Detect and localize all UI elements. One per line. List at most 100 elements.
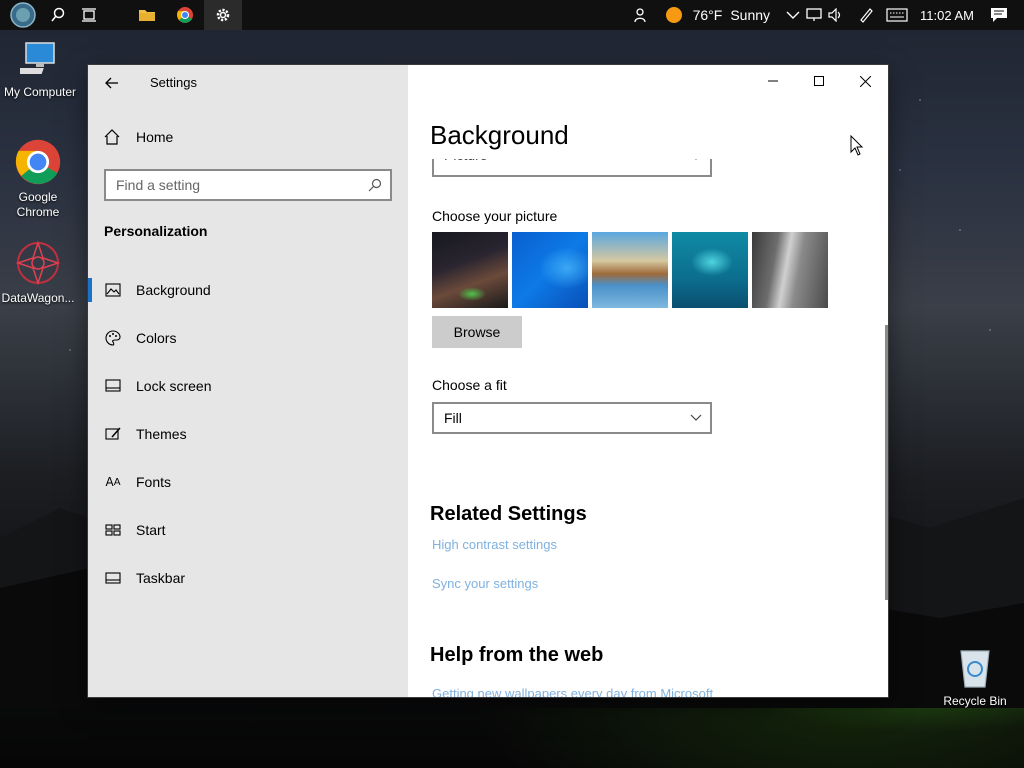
sidebar-item-taskbar[interactable]: Taskbar <box>88 554 408 602</box>
new-wallpapers-link[interactable]: Getting new wallpapers every day from Mi… <box>432 686 713 697</box>
desktop-icon-recycle-bin[interactable]: Recycle Bin <box>935 645 1015 709</box>
picture-thumbnail-night-sky[interactable] <box>432 232 508 308</box>
gear-icon <box>216 8 230 22</box>
start-button[interactable] <box>0 0 46 30</box>
mouse-cursor-icon <box>850 135 864 156</box>
browse-button[interactable]: Browse <box>432 316 522 348</box>
close-icon <box>859 75 871 87</box>
chevron-down-icon <box>690 159 702 161</box>
sidebar-item-background[interactable]: Background <box>88 266 408 314</box>
choose-fit-dropdown[interactable]: Fill <box>432 402 712 434</box>
weather-temperature[interactable]: 76°F <box>693 7 723 23</box>
desktop-icon-label: Google Chrome <box>16 190 60 219</box>
desktop-icon-label: Recycle Bin <box>943 694 1007 708</box>
chrome-icon <box>177 7 193 23</box>
settings-window: Settings Home Personalization Background… <box>88 65 888 697</box>
settings-taskbar-button[interactable] <box>204 0 242 30</box>
system-tray: 76°F Sunny 11:02 AM <box>621 0 1024 30</box>
weather-condition[interactable]: Sunny <box>730 7 770 23</box>
sidebar-item-lock-screen[interactable]: Lock screen <box>88 362 408 410</box>
dropdown-value: Fill <box>444 410 462 426</box>
action-center-icon[interactable] <box>990 7 1008 23</box>
volume-icon[interactable] <box>828 8 844 22</box>
picture-thumbnail-waterfall[interactable] <box>752 232 828 308</box>
sidebar-item-label: Themes <box>136 426 187 442</box>
picture-thumbnail-beach-rocks[interactable] <box>592 232 668 308</box>
sidebar-item-label: Lock screen <box>136 378 212 394</box>
sidebar-item-themes[interactable]: Themes <box>88 410 408 458</box>
home-icon <box>104 129 122 145</box>
find-setting-search[interactable] <box>104 169 392 201</box>
related-settings-heading: Related Settings <box>430 503 587 525</box>
home-nav-item[interactable]: Home <box>104 129 173 145</box>
computer-icon <box>15 42 55 74</box>
file-explorer-button[interactable] <box>128 0 166 30</box>
home-label: Home <box>136 129 174 145</box>
network-icon[interactable] <box>806 8 822 22</box>
desktop-icon-google-chrome[interactable]: Google Chrome <box>0 137 78 220</box>
maximize-button[interactable] <box>796 65 842 97</box>
start-orb-icon <box>10 2 36 28</box>
people-icon[interactable] <box>633 7 649 23</box>
desktop-icon-datawagon[interactable]: DataWagon... <box>0 240 78 306</box>
task-view-button[interactable] <box>70 0 108 30</box>
window-title: Settings <box>150 75 197 90</box>
picture-thumbnail-underwater[interactable] <box>672 232 748 308</box>
minimize-icon <box>768 80 778 82</box>
datawagon-logo-icon <box>15 240 61 286</box>
window-controls <box>750 65 888 97</box>
arrow-left-icon <box>105 77 118 89</box>
chevron-up-icon[interactable] <box>786 10 800 20</box>
chevron-down-icon <box>690 414 702 422</box>
picture-thumbnail-windows-blue[interactable] <box>512 232 588 308</box>
lock-screen-icon <box>104 377 122 395</box>
desktop-icon-my-computer[interactable]: My Computer <box>0 40 80 100</box>
start-icon <box>104 521 122 539</box>
taskbar-icon <box>104 569 122 587</box>
weather-sun-icon[interactable] <box>665 6 683 24</box>
settings-content: Background Picture Choose your picture B… <box>408 65 888 697</box>
task-view-icon <box>82 8 96 22</box>
clock[interactable]: 11:02 AM <box>920 8 974 23</box>
desktop-icon-label: DataWagon... <box>1 291 75 305</box>
back-button[interactable] <box>102 73 122 93</box>
search-icon[interactable] <box>368 178 382 192</box>
keyboard-icon[interactable] <box>886 8 908 22</box>
close-button[interactable] <box>842 65 888 97</box>
sidebar-item-label: Start <box>136 522 166 538</box>
personalization-nav: Background Colors Lock screen Themes AA … <box>88 266 408 602</box>
sidebar-item-label: Background <box>136 282 211 298</box>
high-contrast-settings-link[interactable]: High contrast settings <box>432 537 557 552</box>
choose-picture-label: Choose your picture <box>432 208 558 224</box>
sidebar-item-start[interactable]: Start <box>88 506 408 554</box>
chrome-icon <box>15 139 61 185</box>
fonts-icon: AA <box>105 475 121 489</box>
picture-thumbnails <box>432 232 832 308</box>
recycle-bin-icon <box>960 650 990 688</box>
taskbar: 76°F Sunny 11:02 AM <box>0 0 1024 30</box>
palette-icon <box>104 329 122 347</box>
sidebar-item-label: Fonts <box>136 474 172 490</box>
pen-icon[interactable] <box>858 7 874 23</box>
choose-fit-label: Choose a fit <box>432 377 507 393</box>
maximize-icon <box>814 76 824 86</box>
themes-icon <box>104 425 122 443</box>
search-icon <box>51 7 65 22</box>
minimize-button[interactable] <box>750 65 796 97</box>
picture-icon <box>104 281 122 299</box>
help-from-web-heading: Help from the web <box>430 644 604 666</box>
page-title: Background <box>430 120 569 150</box>
settings-sidebar: Settings Home Personalization Background… <box>88 65 408 697</box>
content-scrollbar[interactable] <box>885 325 888 600</box>
desktop-icon-label: My Computer <box>3 85 77 99</box>
sync-settings-link[interactable]: Sync your settings <box>432 576 538 591</box>
sidebar-item-fonts[interactable]: AA Fonts <box>88 458 408 506</box>
sidebar-item-colors[interactable]: Colors <box>88 314 408 362</box>
section-title: Personalization <box>104 223 208 239</box>
sidebar-item-label: Taskbar <box>136 570 186 586</box>
chrome-taskbar-button[interactable] <box>166 0 204 30</box>
search-button[interactable] <box>46 0 70 30</box>
search-input[interactable] <box>106 177 356 193</box>
folder-icon <box>139 10 155 21</box>
sidebar-item-label: Colors <box>136 330 177 346</box>
